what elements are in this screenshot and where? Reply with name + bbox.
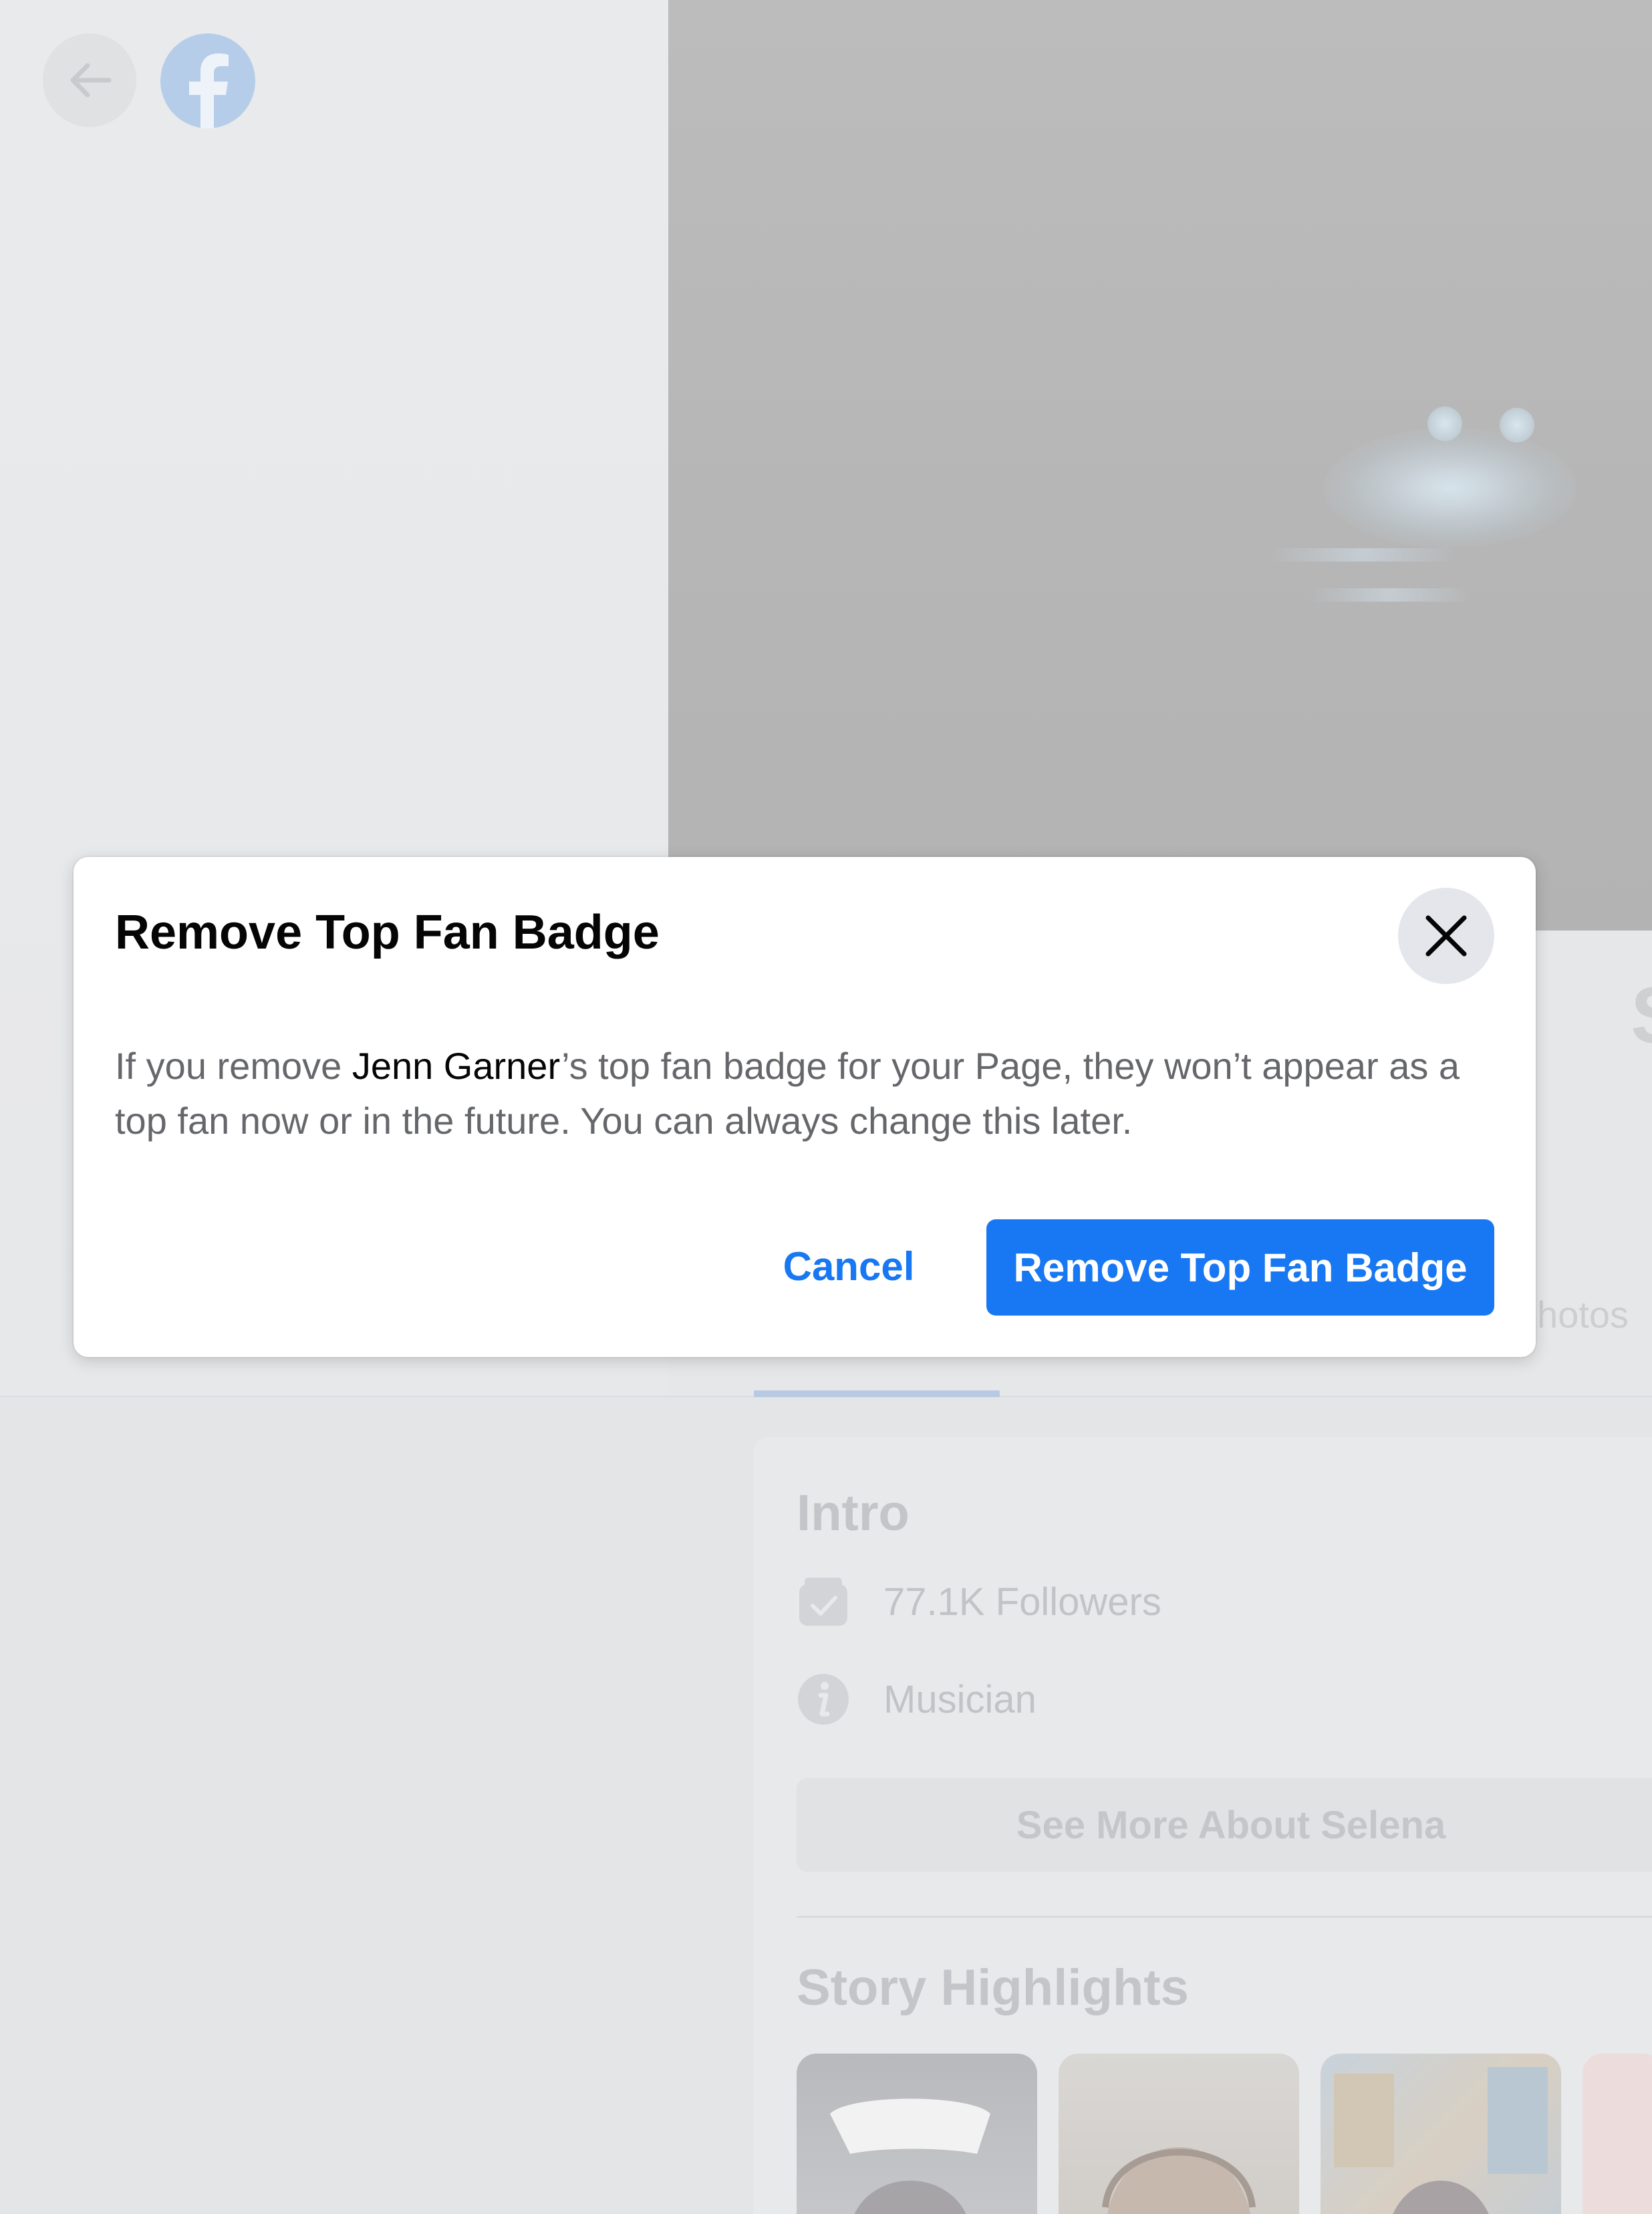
card-divider — [797, 1916, 1652, 1918]
story-highlight-thumb[interactable] — [1059, 2054, 1299, 2214]
followers-count: 77.1K Followers — [883, 1580, 1161, 1624]
close-icon — [1425, 915, 1467, 957]
intro-category-row: Musician — [797, 1673, 1037, 1726]
back-button[interactable] — [43, 33, 136, 127]
intro-followers-row: 77.1K Followers — [797, 1575, 1161, 1628]
intro-title: Intro — [797, 1485, 910, 1542]
story-highlight-thumb[interactable] — [1321, 2054, 1561, 2214]
remove-top-fan-badge-button[interactable]: Remove Top Fan Badge — [986, 1219, 1494, 1316]
dialog-message-start: If you remove — [115, 1045, 352, 1087]
story-highlight-thumb[interactable] — [1582, 2054, 1652, 2214]
profile-name-partial: S — [1631, 969, 1652, 1062]
screen: S hotos Intro 77.1K Followers — [0, 0, 1652, 2214]
cover-highlight — [1323, 428, 1577, 548]
info-icon — [797, 1673, 850, 1726]
followers-icon — [797, 1575, 850, 1628]
facebook-logo-icon[interactable] — [160, 33, 255, 128]
cover-highlight — [1500, 408, 1534, 443]
fan-name: Jenn Garner — [352, 1045, 562, 1087]
remove-top-fan-dialog: Remove Top Fan Badge If you remove Jenn … — [74, 857, 1536, 1357]
cover-highlight — [1427, 406, 1462, 441]
category-label: Musician — [883, 1677, 1037, 1721]
story-highlights-title: Story Highlights — [797, 1959, 1189, 2016]
close-button[interactable] — [1398, 888, 1494, 984]
active-tab-indicator — [754, 1390, 1000, 1397]
cancel-button[interactable]: Cancel — [762, 1218, 936, 1314]
dialog-message: If you remove Jenn Garner’s top fan badg… — [115, 1039, 1505, 1148]
cover-highlight — [1310, 588, 1470, 602]
story-highlight-thumb[interactable] — [797, 2054, 1037, 2214]
dialog-title: Remove Top Fan Badge — [115, 906, 660, 959]
tab-photos[interactable]: hotos — [1537, 1293, 1629, 1336]
cover-highlight — [1270, 548, 1457, 562]
see-more-about-button[interactable]: See More About Selena — [797, 1778, 1652, 1872]
arrow-left-icon — [70, 63, 112, 98]
